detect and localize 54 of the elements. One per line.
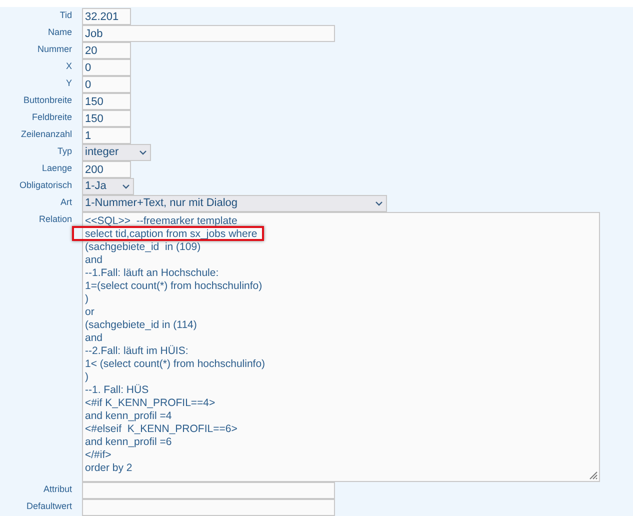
text-field[interactable]: 0 [82, 59, 131, 76]
code-line: ) [85, 371, 88, 384]
field-label: Laenge [40, 162, 72, 175]
text-area[interactable] [82, 212, 600, 482]
chevron-down-icon [122, 184, 130, 189]
field-label: Obligatorisch [18, 179, 72, 192]
dropdown[interactable]: 1-Ja [82, 178, 134, 195]
code-line: and kenn_profil =6 [85, 436, 172, 449]
code-line: or [85, 306, 94, 319]
field-label: Y [64, 77, 72, 90]
field-label: Attribut [42, 483, 72, 496]
text-field[interactable] [82, 499, 335, 516]
field-label: Name [46, 26, 72, 39]
field-label: Typ [56, 145, 72, 158]
code-line: <<SQL>> --freemarker template [85, 215, 238, 228]
code-line: (sachgebiete_id in (109) [85, 241, 201, 254]
field-label: Defaultwert [25, 500, 72, 513]
code-line: and [85, 332, 103, 345]
text-field[interactable]: 20 [82, 42, 131, 59]
text-field[interactable]: 0 [82, 76, 131, 93]
field-label: Buttonbreite [22, 94, 72, 107]
chevron-down-icon [139, 150, 147, 155]
code-line: --1.Fall: läuft an Hochschule: [85, 267, 219, 280]
chevron-down-icon [375, 201, 383, 206]
code-line: select tid,caption from sx_jobs where [85, 228, 258, 241]
code-line: <#elseif K_KENN_PROFIL==6> [85, 423, 238, 436]
field-label: X [64, 60, 72, 73]
text-field[interactable]: 200 [82, 161, 131, 178]
text-field[interactable]: 150 [82, 110, 131, 127]
resize-grip-icon[interactable] [588, 470, 598, 480]
code-line: order by 2 [85, 462, 132, 475]
text-field[interactable]: 1 [82, 127, 131, 144]
code-line: (sachgebiete_id in (114) [85, 319, 197, 332]
text-field[interactable]: 32.201 [82, 8, 131, 25]
code-line: ) [85, 293, 88, 306]
text-field[interactable]: 150 [82, 93, 131, 110]
field-label: Art [59, 196, 72, 209]
code-line: and kenn_profil =4 [85, 410, 172, 423]
code-line: and [85, 254, 103, 267]
code-line: --1. Fall: HÜS [85, 384, 149, 397]
dropdown[interactable]: integer [82, 144, 151, 161]
code-line: <#if K_KENN_PROFIL==4> [85, 397, 216, 410]
code-line: 1=(select count(*) from hochschulinfo) [85, 280, 262, 293]
text-field[interactable]: Job [82, 25, 335, 42]
field-label: Tid [58, 9, 72, 22]
code-line: 1< (select count(*) from hochschulinfo) [85, 358, 266, 371]
field-label: Zeilenanzahl [20, 128, 72, 141]
code-line: </#if> [85, 449, 112, 462]
text-field[interactable] [82, 482, 335, 499]
field-label: Feldbreite [30, 111, 72, 124]
field-label: Nummer [36, 43, 72, 56]
dropdown[interactable]: 1-Nummer+Text, nur mit Dialog [82, 195, 387, 212]
code-line: --2.Fall: läuft im HÜIS: [85, 345, 188, 358]
field-label: Relation [38, 213, 72, 226]
